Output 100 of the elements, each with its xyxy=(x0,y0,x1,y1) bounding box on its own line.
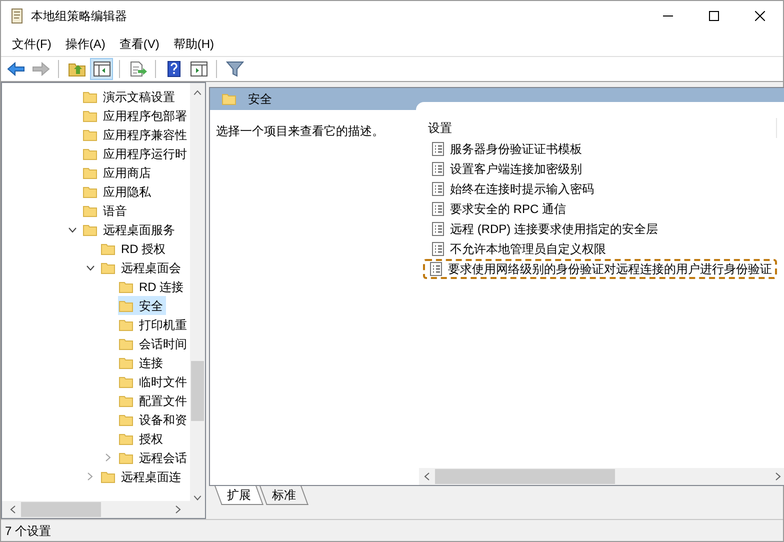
tree-item[interactable]: 应用程序运行时 xyxy=(82,144,190,163)
tree-item-label: 会话时间 xyxy=(139,336,187,352)
tree-item[interactable]: 打印机重 xyxy=(118,315,190,334)
tree-item[interactable]: 应用隐私 xyxy=(82,182,154,201)
policy-icon xyxy=(432,182,444,196)
tree-item[interactable]: 远程桌面连 xyxy=(100,467,184,486)
folder-icon xyxy=(119,280,133,292)
help-icon xyxy=(164,61,182,77)
menu-item[interactable]: 操作(A) xyxy=(58,32,112,54)
folder-icon xyxy=(83,110,97,122)
policy-icon xyxy=(432,142,444,156)
collapse-chevron-icon[interactable] xyxy=(68,226,76,232)
folder-icon xyxy=(119,376,133,388)
toolbar-button[interactable] xyxy=(90,58,113,80)
folder-icon xyxy=(119,452,133,464)
folder-icon xyxy=(83,204,97,216)
tree-item-label: 远程桌面连 xyxy=(121,468,181,486)
tree-item-label: 远程会话 xyxy=(139,450,187,466)
scroll-left-icon[interactable] xyxy=(424,472,430,481)
tree-item-label: RD 连接 xyxy=(139,278,184,296)
tree-item[interactable]: 远程会话 xyxy=(118,448,190,467)
tree-item-label: 远程桌面会 xyxy=(121,260,181,276)
back-arrow-icon xyxy=(6,61,24,77)
window-title: 本地组策略编辑器 xyxy=(31,8,127,25)
scrollbar-thumb[interactable] xyxy=(191,360,204,422)
setting-row[interactable]: 设置客户端连接加密级别 xyxy=(428,159,587,179)
scroll-left-icon[interactable] xyxy=(10,505,16,514)
scroll-right-icon[interactable] xyxy=(175,505,181,514)
folder-icon xyxy=(119,318,133,330)
tree-item-label: 语音 xyxy=(103,202,127,220)
folder-icon xyxy=(119,414,133,426)
policy-icon xyxy=(432,162,444,176)
scroll-down-icon[interactable] xyxy=(193,495,202,501)
tree-item[interactable]: 远程桌面会 xyxy=(100,258,184,277)
description-text: 选择一个项目来查看它的描述。 xyxy=(216,124,384,138)
tree-item[interactable]: 安全 xyxy=(118,296,166,315)
forward-arrow-icon xyxy=(32,61,50,77)
setting-row[interactable]: 远程 (RDP) 连接要求使用指定的安全层 xyxy=(428,219,663,239)
tree-item-label: 应用隐私 xyxy=(103,184,151,200)
tab[interactable]: 扩展 xyxy=(214,486,264,505)
folder-icon xyxy=(83,128,97,140)
horizontal-scrollbar[interactable] xyxy=(2,501,205,518)
tree-item-label: 应用程序兼容性 xyxy=(103,126,187,144)
tree-item[interactable]: RD 授权 xyxy=(100,239,169,258)
tree-item-label: 设备和资 xyxy=(139,412,187,428)
scrollbar-thumb[interactable] xyxy=(435,469,615,484)
scrollbar-thumb[interactable] xyxy=(21,502,101,517)
setting-label: 服务器身份验证证书模板 xyxy=(450,141,582,158)
tree-item[interactable]: 语音 xyxy=(82,201,130,220)
setting-row[interactable]: 要求安全的 RPC 通信 xyxy=(428,199,572,219)
pane-icon xyxy=(190,61,208,77)
tree-item[interactable]: 应用程序包部署 xyxy=(82,106,190,125)
setting-label: 设置客户端连接加密级别 xyxy=(450,161,582,178)
menu-item[interactable]: 文件(F) xyxy=(5,32,58,54)
tree-item[interactable]: 连接 xyxy=(118,353,166,372)
tree-item[interactable]: 临时文件 xyxy=(118,372,190,391)
folder-icon xyxy=(222,93,236,105)
vertical-scrollbar[interactable] xyxy=(190,83,205,501)
tree-item[interactable]: 设备和资 xyxy=(118,410,190,429)
horizontal-scrollbar[interactable] xyxy=(419,468,784,485)
folder-icon xyxy=(83,166,97,178)
setting-row[interactable]: 要求使用网络级别的身份验证对远程连接的用户进行身份验证 xyxy=(423,259,777,279)
maximize-icon xyxy=(709,11,719,21)
tree-item[interactable]: 配置文件 xyxy=(118,391,190,410)
folder-icon xyxy=(119,300,133,312)
tree-item-label: 应用商店 xyxy=(103,164,151,182)
tree-item-label: 远程桌面服务 xyxy=(103,222,175,238)
tree-item[interactable]: 远程桌面服务 xyxy=(82,220,178,239)
setting-row[interactable]: 服务器身份验证证书模板 xyxy=(428,139,587,159)
tree-item[interactable]: 应用商店 xyxy=(82,163,154,182)
folder-icon xyxy=(83,90,97,102)
tree-item[interactable]: 应用程序兼容性 xyxy=(82,125,190,144)
setting-row[interactable]: 始终在连接时提示输入密码 xyxy=(428,179,599,199)
tree-item[interactable]: 会话时间 xyxy=(118,334,190,353)
scroll-right-icon[interactable] xyxy=(775,472,781,481)
tree-item-label: 连接 xyxy=(139,354,163,372)
folder-icon xyxy=(119,356,133,368)
tree-item[interactable]: 授权 xyxy=(118,429,166,448)
tab[interactable]: 标准 xyxy=(260,486,308,505)
folder-up-icon xyxy=(68,61,86,77)
setting-row[interactable]: 不允许本地管理员自定义权限 xyxy=(428,239,611,259)
scroll-up-icon[interactable] xyxy=(193,90,202,96)
column-header[interactable]: 设置 xyxy=(428,118,777,138)
tree-item[interactable]: RD 连接 xyxy=(118,277,187,296)
menu-item[interactable]: 帮助(H) xyxy=(166,32,221,54)
folder-icon xyxy=(101,262,115,274)
tree-item[interactable]: 演示文稿设置 xyxy=(82,87,178,106)
tree-item-label: 安全 xyxy=(139,298,163,314)
menu-item[interactable]: 查看(V) xyxy=(112,32,166,54)
setting-label: 要求安全的 RPC 通信 xyxy=(450,201,566,218)
folder-icon xyxy=(83,186,97,198)
collapse-chevron-icon[interactable] xyxy=(86,264,94,270)
tree-item-label: 临时文件 xyxy=(139,374,187,390)
expand-chevron-icon[interactable] xyxy=(87,472,93,481)
expand-chevron-icon[interactable] xyxy=(105,453,111,462)
policy-icon xyxy=(430,262,442,276)
tree-item-label: 打印机重 xyxy=(139,316,187,334)
tree-item-label: 授权 xyxy=(139,430,163,448)
tree-item-label: 配置文件 xyxy=(139,392,187,410)
setting-label: 要求使用网络级别的身份验证对远程连接的用户进行身份验证 xyxy=(448,261,772,278)
